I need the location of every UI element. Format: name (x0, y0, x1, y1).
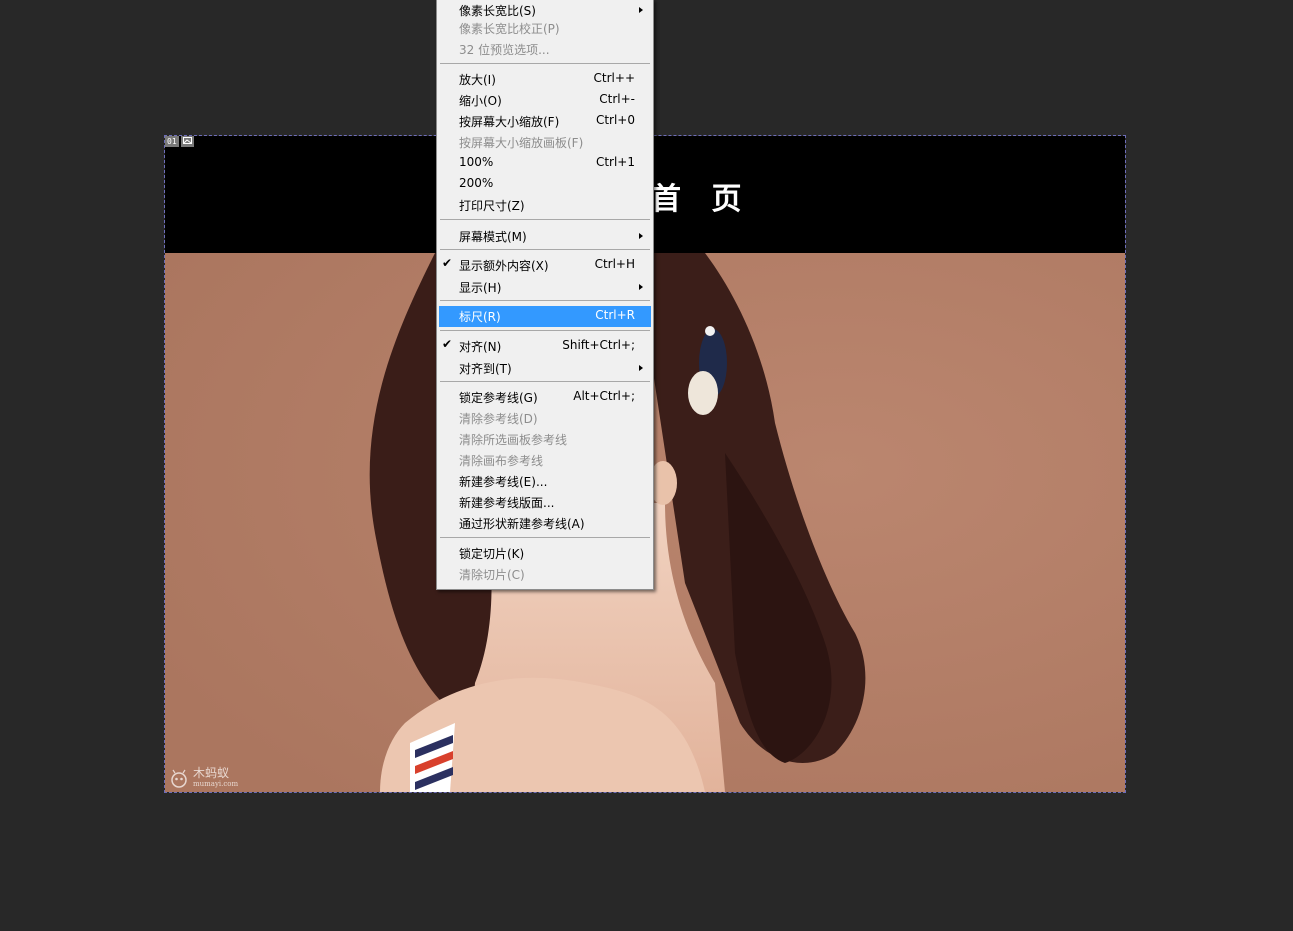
menu-item-label: 屏幕模式(M) (459, 230, 527, 244)
menu-item[interactable]: 新建参考线(E)... (439, 471, 651, 492)
menu-separator (440, 219, 650, 220)
menu-item[interactable]: 清除画布参考线 (439, 450, 651, 471)
menu-separator (440, 249, 650, 250)
menu-item-label: 清除参考线(D) (459, 412, 538, 426)
menu-item-label: 清除画布参考线 (459, 454, 544, 468)
slice-badge[interactable]: 01 (165, 136, 194, 147)
menu-item-shortcut: Ctrl++ (593, 71, 635, 85)
menu-item-label: 打印尺寸(Z) (459, 199, 525, 213)
menu-item-label: 显示额外内容(X) (459, 259, 549, 273)
menu-item-label: 200% (459, 176, 494, 190)
menu-item[interactable]: 清除所选画板参考线 (439, 429, 651, 450)
checkmark-icon: ✔ (442, 337, 453, 351)
watermark: 木蚂蚁 mumayi.com (169, 766, 239, 790)
menu-item[interactable]: 显示(H) (439, 277, 651, 298)
submenu-arrow-icon (639, 284, 643, 290)
menu-item[interactable]: 打印尺寸(Z) (439, 195, 651, 216)
menu-item[interactable]: 像素长宽比校正(P) (439, 18, 651, 39)
menu-item-label: 标尺(R) (459, 310, 501, 324)
menu-item-label: 32 位预览选项... (459, 43, 550, 57)
submenu-arrow-icon (639, 233, 643, 239)
menu-item-shortcut: Ctrl+R (595, 308, 635, 322)
menu-item[interactable]: 缩小(O) Ctrl+- (439, 90, 651, 111)
menu-item-label: 像素长宽比(S) (459, 4, 536, 18)
menu-item-shortcut: Shift+Ctrl+; (562, 338, 635, 352)
menu-item[interactable]: 清除参考线(D) (439, 408, 651, 429)
menu-item-label: 缩小(O) (459, 94, 502, 108)
menu-item-shortcut: Ctrl+- (599, 92, 635, 106)
menu-item-label: 按屏幕大小缩放画板(F) (459, 136, 584, 150)
menu-separator (440, 300, 650, 301)
watermark-title: 木蚂蚁 (193, 766, 230, 780)
ant-logo-icon (171, 769, 187, 788)
submenu-arrow-icon (639, 365, 643, 371)
menu-item[interactable]: 对齐到(T) (439, 358, 651, 379)
menu-item[interactable]: 锁定参考线(G) Alt+Ctrl+; (439, 387, 651, 408)
menu-item-label: 清除切片(C) (459, 568, 525, 582)
menu-item-label: 锁定切片(K) (459, 547, 525, 561)
menu-item-label: 对齐(N) (459, 340, 502, 354)
menu-item-shortcut: Ctrl+0 (595, 113, 635, 127)
menu-item-shortcut: Ctrl+1 (595, 155, 635, 169)
menu-item[interactable]: 通过形状新建参考线(A) (439, 513, 651, 534)
menu-item[interactable]: 100% Ctrl+1 (439, 153, 651, 174)
menu-item-label: 新建参考线版面... (459, 496, 555, 510)
watermark-url: mumayi.com (193, 780, 239, 788)
menu-separator (440, 381, 650, 382)
menu-item[interactable]: 清除切片(C) (439, 564, 651, 585)
menu-item-label: 新建参考线(E)... (459, 475, 548, 489)
menu-item[interactable]: 32 位预览选项... (439, 39, 651, 60)
menu-item[interactable]: 新建参考线版面... (439, 492, 651, 513)
menu-item[interactable]: 按屏幕大小缩放画板(F) (439, 132, 651, 153)
slice-number: 01 (165, 136, 179, 147)
submenu-arrow-icon (639, 7, 643, 13)
menu-item-shortcut: Ctrl+H (594, 257, 635, 271)
menu-item[interactable]: ✔ 显示额外内容(X) Ctrl+H (439, 255, 651, 276)
menu-item[interactable]: 标尺(R) Ctrl+R (439, 306, 651, 327)
menu-separator (440, 330, 650, 331)
menu-item[interactable]: 放大(I) Ctrl++ (439, 69, 651, 90)
menu-item-label: 100% (459, 155, 494, 169)
image-icon (180, 136, 194, 147)
menu-item-label: 清除所选画板参考线 (459, 433, 568, 447)
menu-separator (440, 63, 650, 64)
menu-item[interactable]: 按屏幕大小缩放(F) Ctrl+0 (439, 111, 651, 132)
checkmark-icon: ✔ (442, 256, 453, 270)
menu-separator (440, 537, 650, 538)
view-menu[interactable]: 像素长宽比(S) 像素长宽比校正(P) 32 位预览选项... 放大(I) Ctrl++… (436, 0, 654, 590)
menu-item[interactable]: ✔ 对齐(N) Shift+Ctrl+; (439, 336, 651, 357)
menu-item-label: 放大(I) (459, 73, 496, 87)
menu-item-label: 显示(H) (459, 281, 502, 295)
menu-item-label: 通过形状新建参考线(A) (459, 517, 585, 531)
menu-item-label: 按屏幕大小缩放(F) (459, 115, 560, 129)
menu-item[interactable]: 200% (439, 174, 651, 195)
menu-item[interactable]: 锁定切片(K) (439, 543, 651, 564)
banner-title: 首 页 (651, 182, 752, 217)
menu-item-label: 对齐到(T) (459, 362, 512, 376)
menu-item-shortcut: Alt+Ctrl+; (573, 389, 635, 403)
menu-item-label: 锁定参考线(G) (459, 391, 538, 405)
menu-item[interactable]: 屏幕模式(M) (439, 226, 651, 247)
menu-item-label: 像素长宽比校正(P) (459, 22, 560, 36)
